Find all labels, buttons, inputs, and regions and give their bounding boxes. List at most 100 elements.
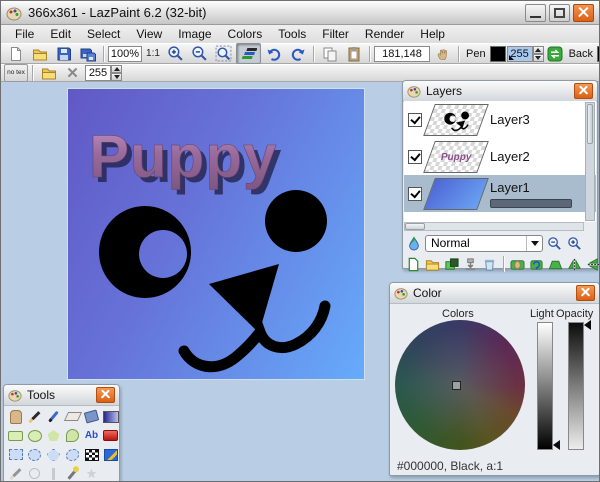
menu-view[interactable]: View bbox=[128, 26, 170, 42]
tool-pencil[interactable] bbox=[26, 409, 43, 425]
layers-close-button[interactable] bbox=[574, 83, 593, 99]
zoom-fit-button[interactable] bbox=[212, 44, 235, 63]
zoom-in-button[interactable] bbox=[164, 44, 187, 63]
menu-render[interactable]: Render bbox=[357, 26, 412, 42]
texture-alpha-up[interactable] bbox=[111, 65, 122, 73]
tool-brush[interactable] bbox=[26, 466, 43, 482]
save-button[interactable] bbox=[52, 44, 75, 63]
tool-select-free[interactable] bbox=[64, 447, 81, 463]
opacity-slider-marker[interactable] bbox=[584, 320, 591, 330]
tool-select-rect[interactable] bbox=[7, 447, 24, 463]
tool-pick-color[interactable] bbox=[64, 466, 81, 482]
layers-vertical-scrollbar[interactable] bbox=[585, 102, 595, 221]
tool-deformation-grid[interactable] bbox=[83, 447, 100, 463]
tool-select-poly[interactable] bbox=[45, 447, 62, 463]
zoom-level-field[interactable]: 100% bbox=[108, 46, 142, 62]
layers-panel-titlebar[interactable]: Layers bbox=[403, 81, 597, 102]
layer-name[interactable]: Layer3 bbox=[490, 112, 530, 127]
zoom-original-button[interactable]: 1:1 bbox=[143, 44, 163, 63]
menu-tools[interactable]: Tools bbox=[270, 26, 314, 42]
color-wheel[interactable] bbox=[395, 320, 525, 450]
image-canvas[interactable]: Puppy Puppy bbox=[68, 89, 364, 379]
no-texture-button[interactable]: no tex bbox=[4, 64, 28, 82]
layer-row-layer3[interactable]: Layer3 bbox=[404, 101, 596, 138]
pen-alpha-down[interactable] bbox=[533, 54, 544, 62]
layers-horizontal-scrollbar[interactable] bbox=[404, 222, 584, 231]
pen-alpha-spinner[interactable]: 255 bbox=[507, 46, 544, 62]
tool-hand[interactable] bbox=[7, 409, 24, 425]
open-layer-button[interactable] bbox=[424, 256, 441, 273]
swap-colors-button[interactable] bbox=[545, 44, 565, 63]
rotate-layer-button[interactable] bbox=[528, 256, 545, 273]
vertical-flip-button[interactable] bbox=[585, 256, 600, 273]
tool-flood-fill[interactable] bbox=[83, 409, 100, 425]
paste-button[interactable] bbox=[342, 44, 365, 63]
tool-select-ellipse[interactable] bbox=[26, 447, 43, 463]
add-layer-button[interactable] bbox=[405, 256, 422, 273]
opacity-slider[interactable] bbox=[568, 322, 584, 450]
layer1-visible-checkbox[interactable] bbox=[408, 187, 422, 201]
layers-zoom-out-button[interactable] bbox=[546, 235, 563, 252]
remove-texture-button[interactable]: ✕ bbox=[61, 64, 84, 83]
duplicate-layer-button[interactable] bbox=[443, 256, 460, 273]
menu-edit[interactable]: Edit bbox=[42, 26, 79, 42]
new-file-button[interactable] bbox=[4, 44, 27, 63]
tools-close-button[interactable] bbox=[96, 387, 115, 403]
zoom-out-button[interactable] bbox=[188, 44, 211, 63]
color-panel-titlebar[interactable]: Color bbox=[390, 283, 599, 304]
open-file-button[interactable] bbox=[28, 44, 51, 63]
close-button[interactable] bbox=[573, 4, 594, 22]
layer3-visible-checkbox[interactable] bbox=[408, 113, 422, 127]
tool-noise[interactable] bbox=[83, 466, 100, 482]
tool-magic-wand[interactable] bbox=[102, 447, 119, 463]
load-texture-button[interactable] bbox=[37, 64, 60, 83]
layers-zoom-in-button[interactable] bbox=[566, 235, 583, 252]
menu-image[interactable]: Image bbox=[170, 26, 219, 42]
minimize-button[interactable] bbox=[525, 4, 546, 22]
scrollbar-thumb[interactable] bbox=[587, 104, 593, 144]
color-close-button[interactable] bbox=[576, 285, 595, 301]
dropdown-arrow[interactable] bbox=[526, 236, 542, 251]
tool-polygon[interactable] bbox=[45, 428, 62, 444]
menu-file[interactable]: File bbox=[7, 26, 42, 42]
maximize-button[interactable] bbox=[549, 4, 570, 22]
layer-row-layer2[interactable]: Puppy Layer2 bbox=[404, 138, 596, 175]
tool-color-picker[interactable] bbox=[45, 409, 62, 425]
undo-button[interactable] bbox=[262, 44, 285, 63]
redo-button[interactable] bbox=[286, 44, 309, 63]
tool-ellipse[interactable] bbox=[26, 428, 43, 444]
hand-cursor-button[interactable] bbox=[431, 44, 454, 63]
texture-alpha-value[interactable]: 255 bbox=[85, 65, 111, 81]
delete-layer-button[interactable] bbox=[481, 256, 498, 273]
menu-colors[interactable]: Colors bbox=[220, 26, 271, 42]
tool-text[interactable]: Ab bbox=[83, 428, 100, 444]
tool-deformation[interactable] bbox=[102, 428, 119, 444]
tool-select-pen[interactable] bbox=[7, 466, 24, 482]
zoom-layer-button[interactable] bbox=[547, 256, 564, 273]
texture-alpha-down[interactable] bbox=[111, 73, 122, 81]
scrollbar-thumb[interactable] bbox=[405, 223, 425, 230]
layer-name[interactable]: Layer1 bbox=[490, 180, 572, 195]
menu-select[interactable]: Select bbox=[79, 26, 128, 42]
toggle-layers-button[interactable] bbox=[236, 43, 261, 64]
light-slider[interactable] bbox=[537, 322, 553, 450]
tool-rotate-selection[interactable] bbox=[45, 466, 62, 482]
color-wheel-selector[interactable] bbox=[452, 381, 461, 390]
tool-rectangle[interactable] bbox=[7, 428, 24, 444]
tools-panel-titlebar[interactable]: Tools bbox=[4, 385, 119, 406]
layer-row-layer1-selected[interactable]: Layer1 bbox=[404, 175, 596, 212]
pen-alpha-up[interactable] bbox=[533, 46, 544, 54]
menu-filter[interactable]: Filter bbox=[314, 26, 357, 42]
light-slider-marker[interactable] bbox=[553, 440, 560, 450]
save-as-button[interactable] bbox=[76, 44, 99, 63]
tool-curve[interactable] bbox=[64, 428, 81, 444]
tool-eraser[interactable] bbox=[64, 409, 81, 425]
layer1-opacity-slider[interactable] bbox=[490, 199, 572, 208]
horizontal-flip-button[interactable] bbox=[566, 256, 583, 273]
layer-name[interactable]: Layer2 bbox=[490, 149, 530, 164]
tool-gradient[interactable] bbox=[102, 409, 119, 425]
blend-mode-dropdown[interactable]: Normal bbox=[425, 235, 543, 252]
merge-layer-button[interactable] bbox=[462, 256, 479, 273]
copy-button[interactable] bbox=[318, 44, 341, 63]
menu-help[interactable]: Help bbox=[412, 26, 453, 42]
